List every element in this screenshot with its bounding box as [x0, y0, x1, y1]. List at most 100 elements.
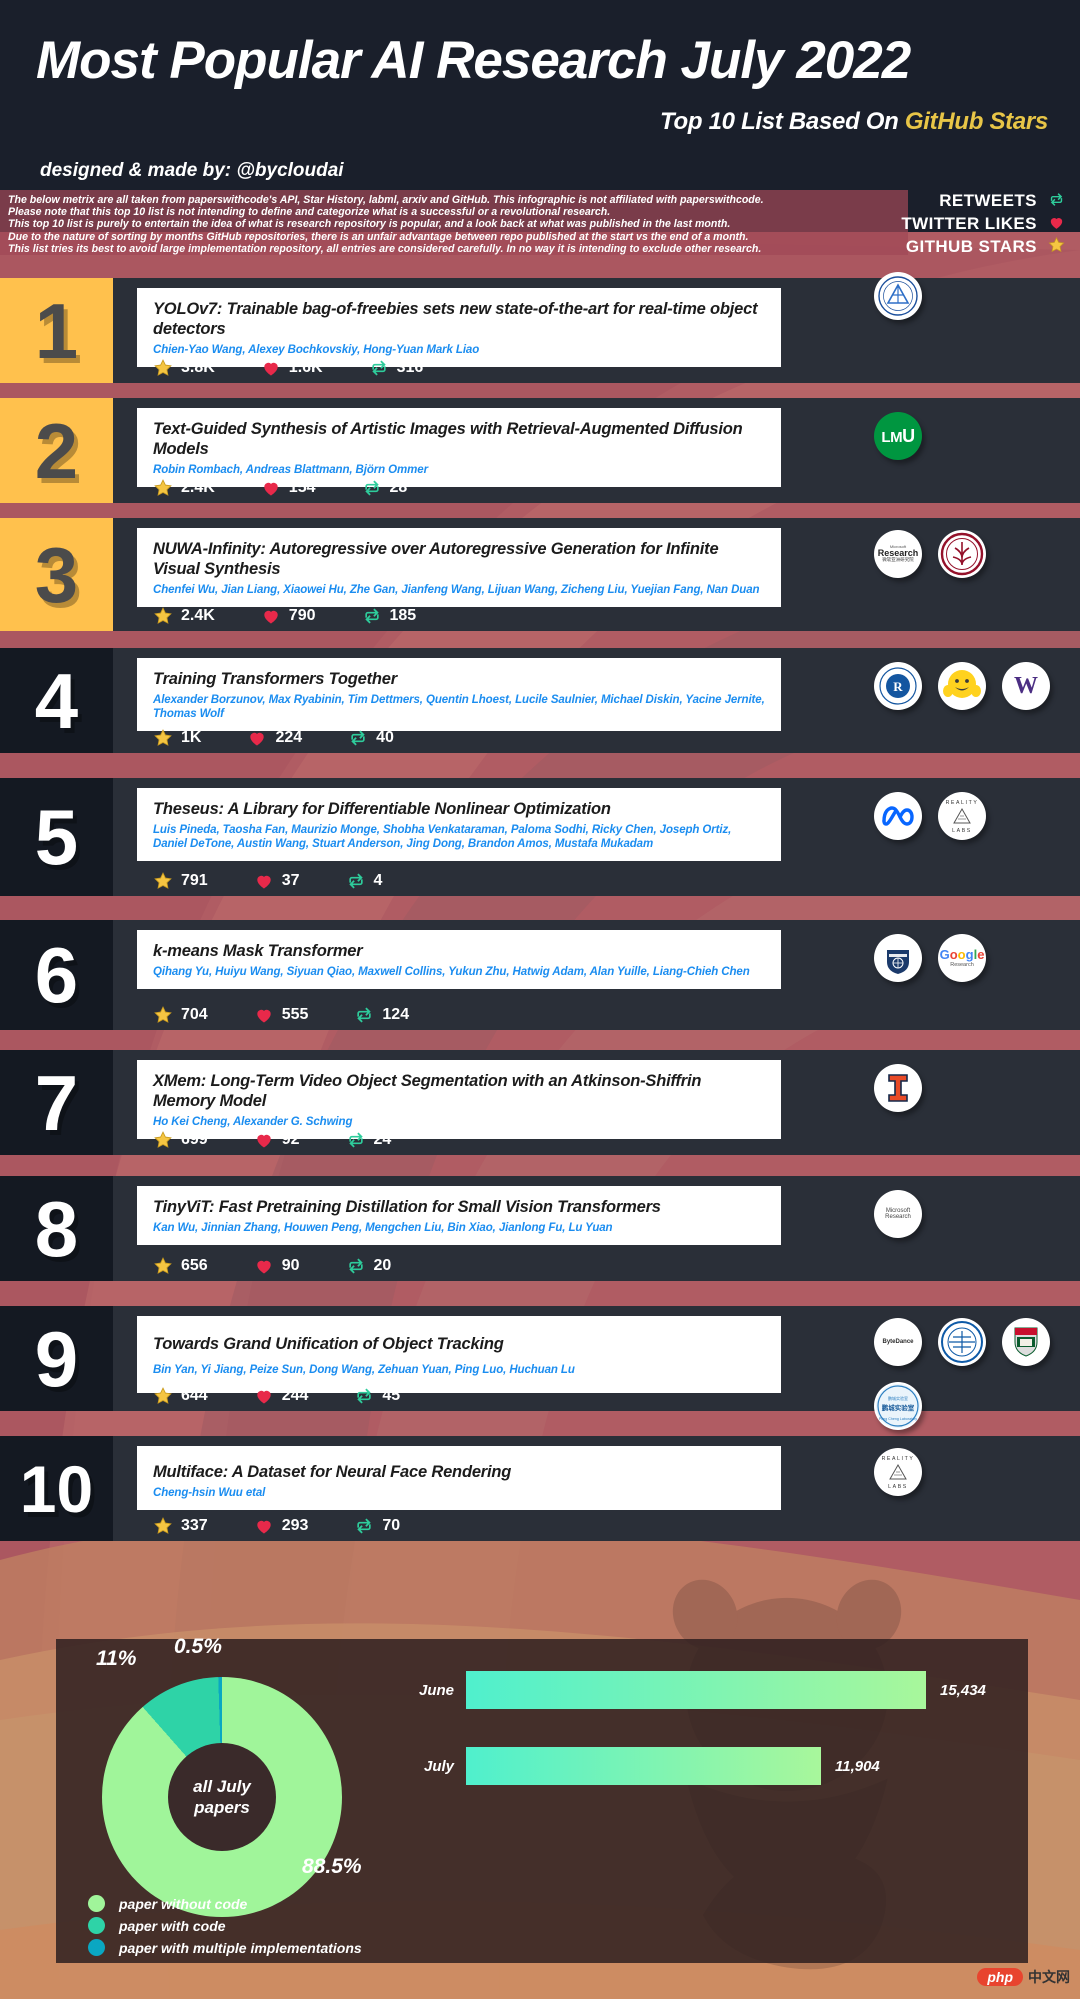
- paper-stats: 704 555 124: [153, 1005, 455, 1025]
- stat-likes: 37: [254, 871, 300, 891]
- bar-row-july: July 11,904: [388, 1747, 880, 1785]
- row-body: Towards Grand Unification of Object Trac…: [113, 1306, 1080, 1411]
- university-of-washington-logo: W: [1002, 662, 1050, 710]
- stat-likes: 154: [261, 478, 316, 498]
- stat-likes: 224: [247, 728, 302, 748]
- page-title: Most Popular AI Research July 2022: [36, 31, 911, 90]
- rank-badge: 8: [0, 1176, 113, 1281]
- row-body: Training Transformers Together Alexander…: [113, 648, 1080, 753]
- rank-badge: 10: [0, 1436, 113, 1541]
- stat-value: 20: [373, 1257, 392, 1274]
- paper-card[interactable]: k-means Mask Transformer Qihang Yu, Huiy…: [137, 930, 781, 989]
- metric-legend-label: RETWEETS: [939, 191, 1037, 210]
- paper-card[interactable]: YOLOv7: Trainable bag-of-freebies sets n…: [137, 288, 781, 367]
- stat-value: 293: [281, 1517, 309, 1534]
- ranking-row: 5 Theseus: A Library for Differentiable …: [0, 778, 1080, 896]
- stat-retweets: 40: [348, 728, 394, 748]
- stat-stars: 791: [153, 871, 208, 891]
- donut-chart: all July papers: [102, 1677, 342, 1917]
- stat-likes: 92: [254, 1130, 300, 1150]
- academia-sinica-logo: [874, 272, 922, 320]
- subtitle-prefix: Top 10 List Based On: [660, 108, 905, 135]
- retweet-icon: [354, 1386, 374, 1406]
- stat-value: 4: [373, 872, 383, 889]
- paper-title: NUWA-Infinity: Autoregressive over Autor…: [153, 540, 719, 578]
- legend-label: paper with code: [119, 1917, 226, 1934]
- retweet-icon: [348, 728, 368, 748]
- stat-value: 90: [281, 1257, 300, 1274]
- bar-row-june: June 15,434: [388, 1671, 986, 1709]
- star-icon: [1047, 236, 1066, 259]
- reality-labs-logo: REALITY LABS: [874, 1448, 922, 1496]
- donut-center-line1: all July: [193, 1777, 251, 1796]
- legend-label: paper without code: [119, 1895, 248, 1912]
- row-body: XMem: Long-Term Video Object Segmentatio…: [113, 1050, 1080, 1155]
- stat-stars: 2.4K: [153, 606, 215, 626]
- retweet-icon: [346, 1256, 366, 1276]
- star-icon: [153, 1516, 173, 1536]
- disclaimer-line: This top 10 list is purely to entertain …: [8, 218, 731, 231]
- ranking-row: 8 TinyViT: Fast Pretraining Distillation…: [0, 1176, 1080, 1281]
- rank-number: 9: [34, 1314, 79, 1403]
- stat-stars: 644: [153, 1386, 208, 1406]
- paper-stats: 2.4K 154 28: [153, 478, 453, 498]
- stat-retweets: 185: [362, 606, 416, 626]
- paper-card[interactable]: Training Transformers Together Alexander…: [137, 658, 781, 731]
- stat-retweets: 24: [346, 1130, 392, 1150]
- retweet-icon: [362, 606, 382, 626]
- credit-line: designed & made by: @bycloudai: [40, 160, 344, 181]
- rank-badge: 4: [0, 648, 113, 753]
- svg-text:REALITY: REALITY: [882, 1456, 915, 1462]
- paper-card[interactable]: NUWA-Infinity: Autoregressive over Autor…: [137, 528, 781, 607]
- retweet-icon: [354, 1516, 374, 1536]
- stat-value: 704: [181, 1006, 208, 1023]
- johns-hopkins-university-logo: [874, 934, 922, 982]
- stat-retweets: 70: [354, 1516, 400, 1536]
- stat-value: 244: [281, 1387, 309, 1404]
- pie-label-multiple-impl: 0.5%: [174, 1635, 222, 1658]
- stat-likes: 90: [254, 1256, 300, 1276]
- metric-legend-row-stars: GITHUB STARS: [901, 236, 1066, 259]
- paper-card[interactable]: Theseus: A Library for Differentiable No…: [137, 788, 781, 861]
- stat-value: 28: [389, 479, 408, 496]
- ranking-row: 7 XMem: Long-Term Video Object Segmentat…: [0, 1050, 1080, 1155]
- bar-june: [466, 1671, 926, 1709]
- paper-card[interactable]: Text-Guided Synthesis of Artistic Images…: [137, 408, 781, 487]
- php-logo: php: [977, 1968, 1023, 1986]
- star-icon: [153, 606, 173, 626]
- rank-number: 7: [34, 1058, 79, 1147]
- svg-text:鹏城实验室: 鹏城实验室: [888, 1395, 908, 1401]
- microsoft-research-asia-logo: Microsoft Research 微软亚洲研究院: [874, 530, 922, 578]
- code-legend-row-with-code: paper with code: [88, 1917, 362, 1934]
- paper-card[interactable]: Multiface: A Dataset for Neural Face Ren…: [137, 1446, 781, 1510]
- university-of-hong-kong-logo: [1002, 1318, 1050, 1366]
- paper-card[interactable]: TinyViT: Fast Pretraining Distillation f…: [137, 1186, 781, 1245]
- metric-legend-row-retweets: RETWEETS: [901, 190, 1066, 213]
- paper-card[interactable]: Towards Grand Unification of Object Trac…: [137, 1316, 781, 1393]
- stat-retweets: 45: [354, 1386, 400, 1406]
- stat-value: 791: [181, 872, 208, 889]
- stat-stars: 1K: [153, 728, 201, 748]
- disclaimer-line: Please note that this top 10 list is not…: [8, 206, 611, 219]
- rank-number: 1: [34, 286, 79, 375]
- stat-likes: 244: [254, 1386, 309, 1406]
- paper-title: XMem: Long-Term Video Object Segmentatio…: [153, 1072, 702, 1110]
- rank-badge: 6: [0, 920, 113, 1030]
- stat-retweets: 20: [346, 1256, 392, 1276]
- paper-authors: Robin Rombach, Andreas Blattmann, Björn …: [153, 464, 428, 476]
- row-body: TinyViT: Fast Pretraining Distillation f…: [113, 1176, 1080, 1281]
- meta-logo: [874, 792, 922, 840]
- bar-july: [466, 1747, 821, 1785]
- stat-value: 24: [373, 1131, 392, 1148]
- paper-card[interactable]: XMem: Long-Term Video Object Segmentatio…: [137, 1060, 781, 1139]
- stat-value: 555: [281, 1006, 309, 1023]
- paper-stats: 656 90 20: [153, 1256, 437, 1276]
- legend-label: paper with multiple implementations: [119, 1939, 362, 1956]
- microsoft-research-logo: Microsoft Research: [874, 1190, 922, 1238]
- heart-icon: [254, 1256, 274, 1276]
- ranking-row: 6 k-means Mask Transformer Qihang Yu, Hu…: [0, 920, 1080, 1030]
- rank-number: 6: [34, 931, 79, 1019]
- legend-dot-with-code: [88, 1917, 105, 1934]
- code-legend-row-multiple-impl: paper with multiple implementations: [88, 1939, 362, 1956]
- metric-legend-label: TWITTER LIKES: [901, 214, 1037, 233]
